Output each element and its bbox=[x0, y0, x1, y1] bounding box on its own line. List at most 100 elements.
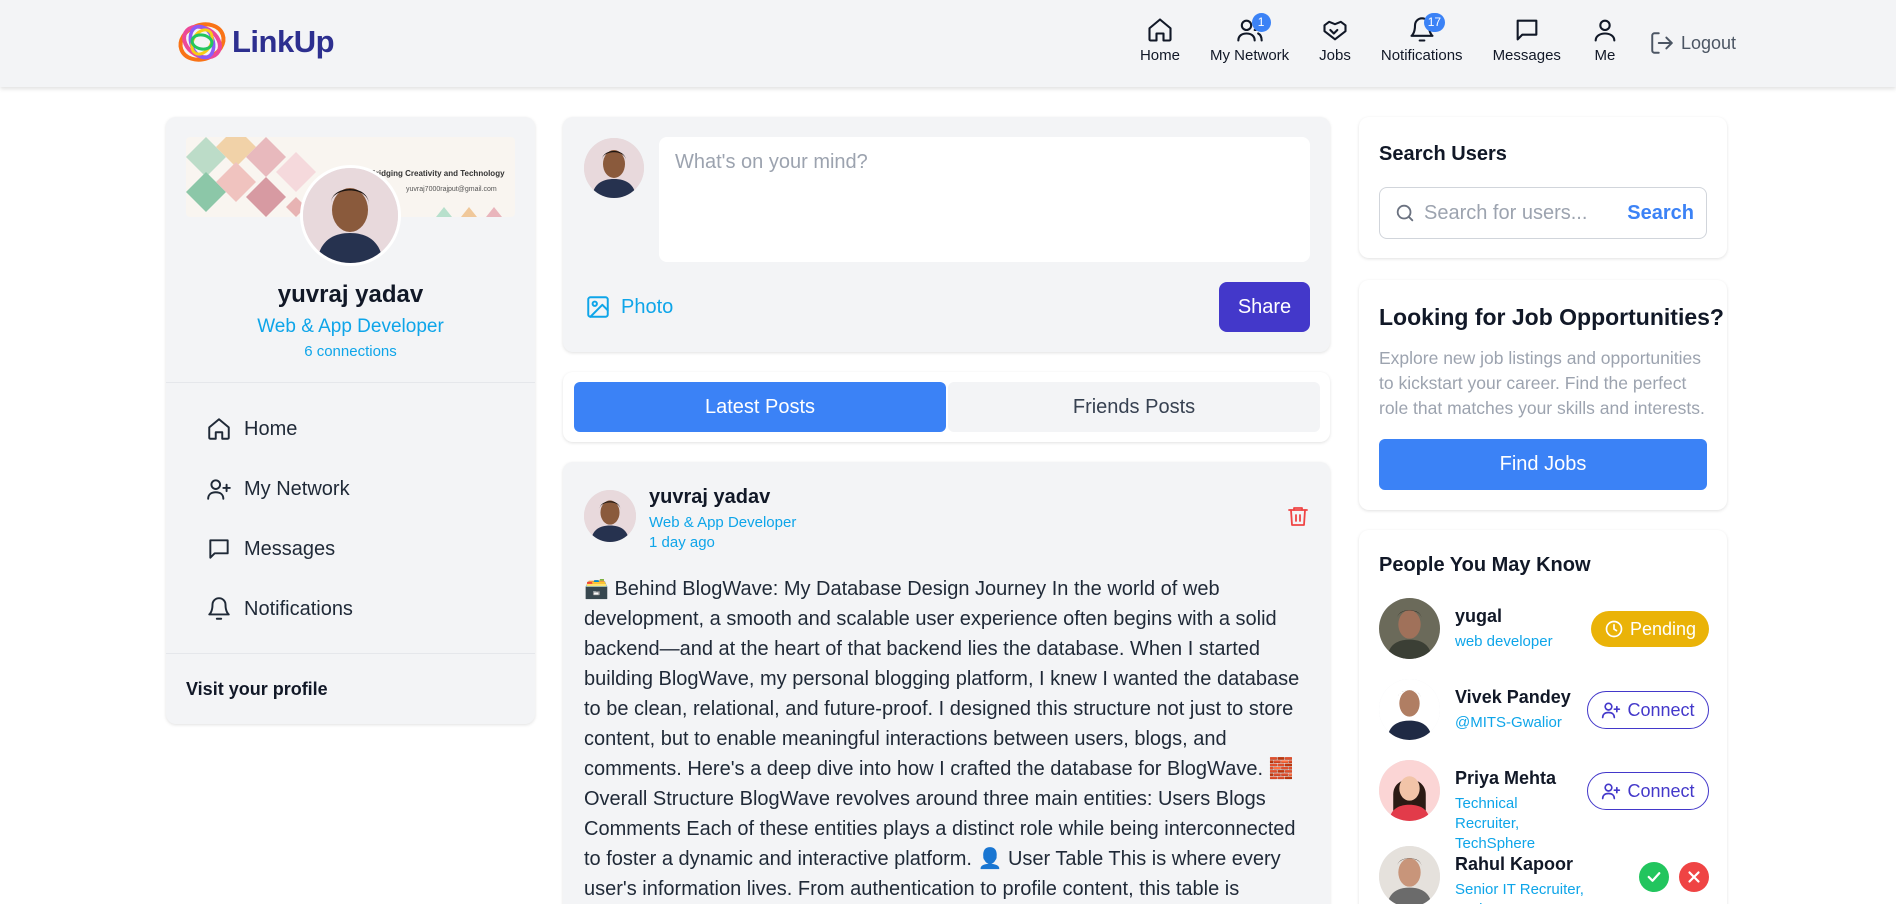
profile-name[interactable]: yuvraj yadav bbox=[166, 281, 535, 309]
avatar-photo bbox=[1379, 846, 1440, 904]
avatar-photo bbox=[1379, 598, 1440, 659]
logout-label: Logout bbox=[1680, 32, 1736, 53]
post-input[interactable] bbox=[659, 137, 1310, 262]
network-badge: 1 bbox=[1251, 13, 1271, 32]
find-jobs-button[interactable]: Find Jobs bbox=[1379, 439, 1707, 490]
profile-divider-bottom bbox=[166, 653, 535, 654]
search-users-card: Search Users Search bbox=[1359, 117, 1727, 258]
avatar-photo bbox=[1379, 760, 1440, 821]
post-composer: Photo Share bbox=[563, 117, 1330, 352]
profile-connections[interactable]: 6 connections bbox=[166, 343, 535, 360]
nav-messages-label: Messages bbox=[1492, 47, 1561, 64]
main-nav: Home 1 My Network Jobs 17 Notifications … bbox=[1110, 13, 1736, 64]
person-avatar[interactable] bbox=[1379, 598, 1440, 659]
search-users-input[interactable] bbox=[1424, 196, 1624, 230]
logo-swirl-icon bbox=[178, 22, 226, 62]
user-plus-icon bbox=[207, 479, 231, 500]
profile-headline: Web & App Developer bbox=[257, 316, 444, 337]
avatar-photo bbox=[584, 138, 644, 198]
pending-button[interactable]: Pending bbox=[1591, 611, 1709, 647]
connect-button[interactable]: Connect bbox=[1587, 691, 1709, 729]
pymk-title: People You May Know bbox=[1379, 554, 1591, 576]
notifications-badge: 17 bbox=[1423, 13, 1446, 32]
jobs-description: Explore new job listings and opportuniti… bbox=[1379, 348, 1705, 418]
person-name[interactable]: Rahul Kapoor bbox=[1455, 854, 1573, 875]
left-menu-home-label: Home bbox=[244, 417, 298, 440]
left-menu-home[interactable]: Home bbox=[206, 399, 353, 459]
delete-post-button[interactable] bbox=[1286, 504, 1310, 528]
nav-home[interactable]: Home bbox=[1140, 16, 1180, 64]
person-item: yugal web developer Pending bbox=[1379, 598, 1709, 668]
left-menu-my-network[interactable]: My Network bbox=[206, 459, 353, 519]
left-menu-my-network-label: My Network bbox=[244, 477, 350, 500]
person-role: @MITS-Gwalior bbox=[1455, 714, 1562, 731]
reject-request-button[interactable] bbox=[1679, 862, 1709, 892]
person-name[interactable]: Vivek Pandey bbox=[1455, 687, 1571, 708]
nav-home-label: Home bbox=[1139, 47, 1180, 64]
nav-my-network[interactable]: 1 My Network bbox=[1209, 13, 1290, 64]
job-opportunities-card: Looking for Job Opportunities? Explore n… bbox=[1359, 280, 1727, 510]
user-plus-icon bbox=[1602, 783, 1621, 800]
handshake-icon bbox=[1323, 20, 1347, 41]
person-avatar[interactable] bbox=[1379, 846, 1440, 904]
avatar-photo bbox=[584, 490, 636, 542]
search-users-title: Search Users bbox=[1379, 143, 1507, 165]
message-icon bbox=[1516, 19, 1538, 41]
post-author-avatar[interactable] bbox=[584, 490, 636, 542]
trash-icon bbox=[1288, 507, 1308, 526]
people-you-may-know-card: People You May Know yugal web developer … bbox=[1359, 530, 1727, 904]
share-button[interactable]: Share bbox=[1219, 282, 1310, 332]
nav-me[interactable]: Me bbox=[1591, 16, 1619, 64]
bell-icon bbox=[208, 597, 230, 620]
tab-friends-posts[interactable]: Friends Posts bbox=[948, 382, 1320, 432]
avatar-photo bbox=[1379, 679, 1440, 740]
person-item: Rahul Kapoor Senior IT Recruiter, CodeNe… bbox=[1379, 846, 1709, 904]
connect-label: Connect bbox=[1627, 699, 1695, 720]
nav-my-network-label: My Network bbox=[1209, 47, 1290, 64]
post-author-role: Web & App Developer bbox=[649, 514, 797, 531]
connect-button[interactable]: Connect bbox=[1587, 772, 1709, 810]
clock-icon bbox=[1605, 620, 1623, 638]
photo-label: Photo bbox=[621, 295, 674, 318]
nav-notifications[interactable]: 17 Notifications bbox=[1380, 13, 1463, 64]
search-button[interactable]: Search bbox=[1627, 202, 1694, 225]
left-menu-notifications[interactable]: Notifications bbox=[206, 579, 353, 639]
left-menu: Home My Network Messages Notifications bbox=[206, 399, 353, 639]
left-menu-notifications-label: Notifications bbox=[244, 597, 353, 620]
person-name[interactable]: yugal bbox=[1455, 606, 1502, 627]
post-timestamp: 1 day ago bbox=[649, 534, 715, 551]
pending-label: Pending bbox=[1629, 618, 1697, 639]
person-name[interactable]: Priya Mehta bbox=[1455, 768, 1556, 789]
nav-jobs-label: Jobs bbox=[1319, 47, 1351, 64]
nav-notifications-label: Notifications bbox=[1380, 47, 1463, 64]
nav-jobs[interactable]: Jobs bbox=[1319, 16, 1351, 64]
app-logo[interactable]: LinkUp bbox=[176, 16, 335, 68]
user-icon bbox=[1594, 19, 1616, 42]
top-navbar: LinkUp Home 1 My Network Jobs 17 Notific… bbox=[0, 0, 1896, 87]
nav-messages[interactable]: Messages bbox=[1493, 16, 1561, 64]
visit-profile-link[interactable]: Visit your profile bbox=[186, 679, 328, 700]
post-author-name[interactable]: yuvraj yadav bbox=[649, 486, 770, 509]
logout-button[interactable]: Logout bbox=[1649, 30, 1736, 56]
connect-label: Connect bbox=[1627, 780, 1695, 801]
message-icon bbox=[209, 539, 229, 559]
home-icon bbox=[1148, 18, 1172, 42]
person-avatar[interactable] bbox=[1379, 679, 1440, 740]
photo-button[interactable]: Photo bbox=[585, 294, 673, 320]
banner-email: yuvraj7000rajput@gmail.com bbox=[406, 186, 497, 193]
profile-avatar[interactable] bbox=[300, 165, 401, 266]
image-icon bbox=[587, 296, 609, 318]
accept-request-button[interactable] bbox=[1639, 862, 1669, 892]
person-role: Senior IT Recruiter, CodeNest bbox=[1455, 881, 1584, 904]
person-role: web developer bbox=[1455, 633, 1553, 650]
person-avatar[interactable] bbox=[1379, 760, 1440, 821]
left-menu-messages-label: Messages bbox=[244, 537, 336, 560]
person-item: Priya Mehta Technical Recruiter, TechSph… bbox=[1379, 760, 1709, 852]
tab-latest-posts[interactable]: Latest Posts bbox=[574, 382, 946, 432]
profile-divider-top bbox=[166, 382, 535, 383]
composer-avatar bbox=[584, 138, 644, 198]
app-name: LinkUp bbox=[232, 24, 335, 59]
left-menu-messages[interactable]: Messages bbox=[206, 519, 353, 579]
close-icon bbox=[1688, 871, 1700, 883]
nav-me-label: Me bbox=[1594, 47, 1616, 64]
